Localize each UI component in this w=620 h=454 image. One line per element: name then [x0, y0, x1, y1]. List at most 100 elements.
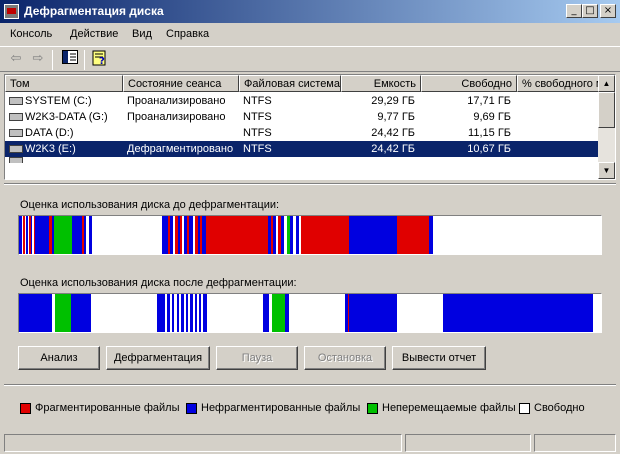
- volume-name: W2K3 (E:): [25, 143, 76, 155]
- toolbar: ⇦ ⇨ ?: [0, 46, 620, 72]
- cluster-segment-unmovable: [54, 216, 72, 254]
- pane-separator: [4, 183, 616, 185]
- volume-fs: NTFS: [243, 111, 272, 123]
- volume-capacity: 29,29 ГБ: [371, 95, 415, 107]
- volume-list[interactable]: Том Состояние сеанса Файловая система Ем…: [4, 74, 616, 180]
- cluster-segment-free: [593, 294, 601, 332]
- menu-action[interactable]: Действие: [70, 28, 118, 40]
- column-header-volume[interactable]: Том: [5, 75, 123, 92]
- cluster-segment-contiguous: [71, 294, 91, 332]
- volume-capacity: 24,42 ГБ: [371, 127, 415, 139]
- defrag-app-icon: [4, 4, 19, 19]
- window-title: Дефрагментация диска: [24, 4, 164, 18]
- volume-free: 17,71 ГБ: [467, 95, 511, 107]
- close-button[interactable]: ×: [600, 4, 616, 18]
- cluster-segment-fragmented: [397, 216, 429, 254]
- cluster-segment-contiguous: [19, 294, 52, 332]
- back-arrow-icon[interactable]: ⇦: [6, 50, 26, 68]
- cluster-segment-contiguous: [72, 216, 82, 254]
- cluster-segment-free: [207, 294, 263, 332]
- legend-swatch-fragmented: [20, 403, 31, 414]
- cluster-segment-unmovable: [55, 294, 71, 332]
- svg-text:?: ?: [99, 56, 105, 66]
- cluster-segment-contiguous: [349, 216, 397, 254]
- toolbar-divider: [84, 50, 85, 70]
- disk-drive-icon: [9, 97, 23, 105]
- volume-name: DATA (D:): [25, 127, 74, 139]
- view-report-button[interactable]: Вывести отчет: [392, 346, 486, 370]
- legend-label-unmovable: Неперемещаемые файлы: [382, 402, 516, 414]
- volume-row[interactable]: DATA (D:) NTFS 24,42 ГБ 11,15 ГБ: [5, 125, 599, 141]
- cluster-segment-free: [92, 216, 162, 254]
- cluster-segment-free: [397, 294, 443, 332]
- menu-view[interactable]: Вид: [132, 28, 152, 40]
- volume-fs: NTFS: [243, 127, 272, 139]
- cluster-segment-unmovable: [272, 294, 285, 332]
- maximize-button[interactable]: □: [582, 4, 598, 18]
- legend-label-free: Свободно: [534, 402, 585, 414]
- volume-row-partial: [5, 157, 599, 163]
- list-vertical-scrollbar[interactable]: ▲ ▼: [598, 75, 615, 179]
- disk-drive-icon: [9, 129, 23, 137]
- column-header-free[interactable]: Свободно: [421, 75, 517, 92]
- volume-row[interactable]: SYSTEM (C:) Проанализировано NTFS 29,29 …: [5, 93, 599, 109]
- cluster-segment-contiguous: [349, 294, 397, 332]
- volume-fs: NTFS: [243, 143, 272, 155]
- status-panel: [534, 434, 616, 452]
- stop-button[interactable]: Остановка: [304, 346, 386, 370]
- legend-swatch-free: [519, 403, 530, 414]
- volume-status: Дефрагментировано: [127, 143, 234, 155]
- cluster-segment-free: [91, 294, 157, 332]
- cluster-segment-contiguous: [443, 294, 593, 332]
- volume-name: SYSTEM (C:): [25, 95, 92, 107]
- legend-swatch-contiguous: [186, 403, 197, 414]
- help-icon[interactable]: ?: [90, 50, 110, 68]
- cluster-segment-fragmented: [206, 216, 268, 254]
- status-panel: [4, 434, 402, 452]
- cluster-segment-fragmented: [301, 216, 349, 254]
- forward-arrow-icon[interactable]: ⇨: [28, 50, 48, 68]
- pause-button[interactable]: Пауза: [216, 346, 298, 370]
- legend-separator: [4, 384, 616, 386]
- volume-free: 10,67 ГБ: [467, 143, 511, 155]
- legend-label-contiguous: Нефрагментированные файлы: [201, 402, 361, 414]
- menu-help[interactable]: Справка: [166, 28, 209, 40]
- toolbar-divider: [52, 50, 53, 70]
- column-header-session-status[interactable]: Состояние сеанса: [123, 75, 239, 92]
- legend-swatch-unmovable: [367, 403, 378, 414]
- volume-status: Проанализировано: [127, 95, 226, 107]
- disk-map-after: [18, 293, 602, 333]
- volume-row[interactable]: W2K3-DATA (G:) Проанализировано NTFS 9,7…: [5, 109, 599, 125]
- scroll-up-button[interactable]: ▲: [598, 75, 615, 92]
- analyze-button[interactable]: Анализ: [18, 346, 100, 370]
- title-bar[interactable]: Дефрагментация диска _ □ ×: [0, 0, 620, 23]
- cluster-segment-free: [433, 216, 601, 254]
- show-hide-tree-icon[interactable]: [60, 50, 80, 68]
- column-header-file-system[interactable]: Файловая система: [239, 75, 341, 92]
- disk-defragmenter-window: Дефрагментация диска _ □ × Консоль Дейст…: [0, 0, 620, 454]
- column-header-capacity[interactable]: Емкость: [341, 75, 421, 92]
- menu-console[interactable]: Консоль: [10, 28, 52, 40]
- volume-status: Проанализировано: [127, 111, 226, 123]
- volume-fs: NTFS: [243, 95, 272, 107]
- scroll-down-button[interactable]: ▼: [598, 162, 615, 179]
- volume-capacity: 24,42 ГБ: [371, 143, 415, 155]
- column-header-percent-free[interactable]: % свободного м: [517, 75, 599, 92]
- volume-free: 9,69 ГБ: [473, 111, 511, 123]
- status-panel: [405, 434, 531, 452]
- cluster-segment-contiguous: [157, 294, 165, 332]
- disk-drive-icon: [9, 157, 23, 163]
- defragment-button[interactable]: Дефрагментация: [106, 346, 210, 370]
- volume-capacity: 9,77 ГБ: [377, 111, 415, 123]
- status-bar: [0, 431, 620, 454]
- after-label: Оценка использования диска после дефрагм…: [20, 277, 297, 289]
- legend-label-fragmented: Фрагментированные файлы: [35, 402, 180, 414]
- before-label: Оценка использования диска до дефрагмент…: [20, 199, 280, 211]
- minimize-button[interactable]: _: [566, 4, 582, 18]
- disk-drive-icon: [9, 145, 23, 153]
- volume-row-selected[interactable]: W2K3 (E:) Дефрагментировано NTFS 24,42 Г…: [5, 141, 599, 157]
- scroll-thumb[interactable]: [598, 92, 615, 128]
- disk-drive-icon: [9, 113, 23, 121]
- volume-name: W2K3-DATA (G:): [25, 111, 108, 123]
- disk-map-before: [18, 215, 602, 255]
